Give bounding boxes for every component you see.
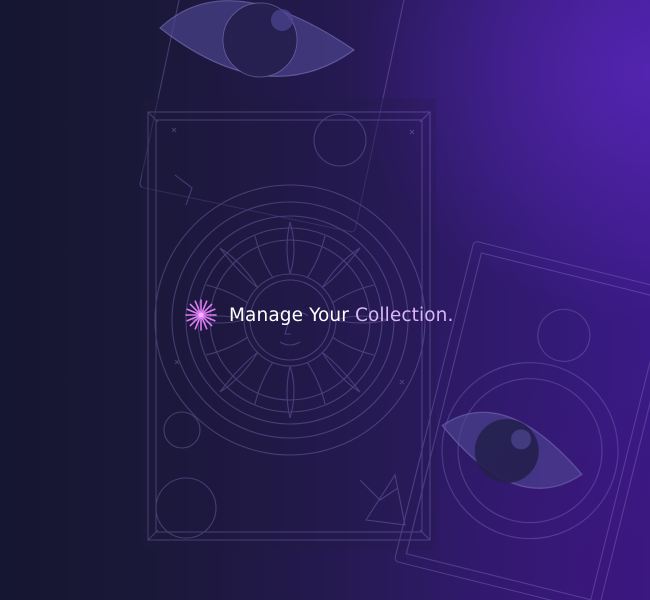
eye-icon bbox=[159, 0, 356, 78]
hero-heading: Manage Your Collection. bbox=[185, 296, 453, 334]
page-title: Manage Your Collection. bbox=[229, 305, 453, 326]
title-part-collection: Collection. bbox=[354, 304, 454, 326]
sparkle-icon bbox=[185, 299, 217, 331]
title-part-manage-your: Manage Your bbox=[229, 304, 355, 326]
